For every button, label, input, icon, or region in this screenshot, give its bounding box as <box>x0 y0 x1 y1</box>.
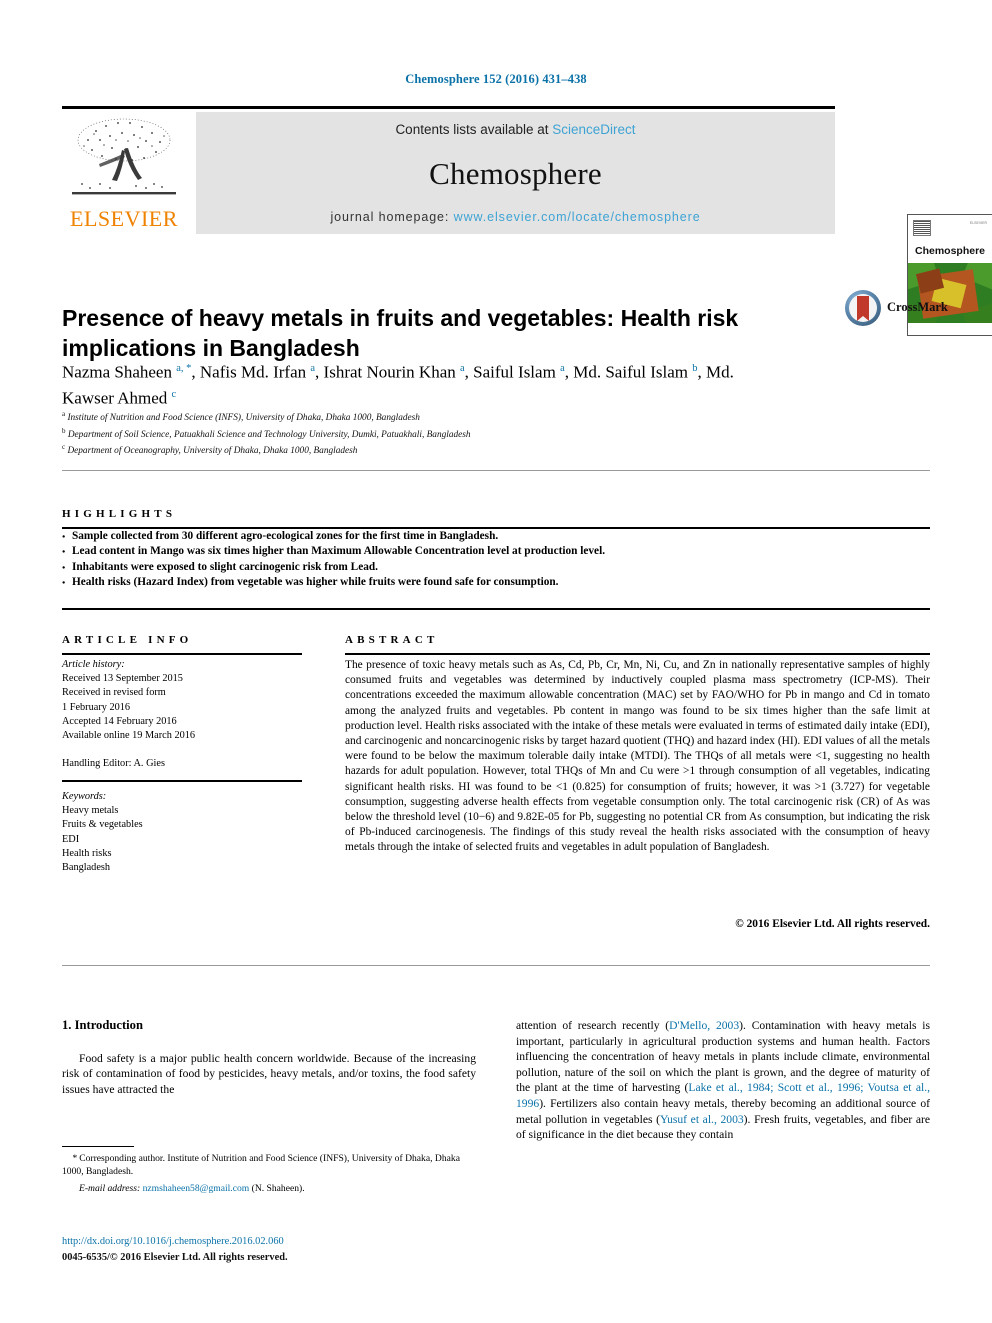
elsevier-wordmark: ELSEVIER <box>70 206 178 231</box>
keyword-item: EDI <box>62 833 80 845</box>
keyword-item: Heavy metals <box>62 805 119 817</box>
corresponding-author-note: * Corresponding author. Institute of Nut… <box>62 1153 460 1177</box>
list-item: Inhabitants were exposed to slight carci… <box>62 560 930 576</box>
info-abstract-top-rule <box>62 608 930 610</box>
article-history-item: 1 February 2016 <box>62 701 131 713</box>
abstract-text: The presence of toxic heavy metals such … <box>345 659 930 854</box>
article-history-item: Accepted 14 February 2016 <box>62 715 177 727</box>
article-info-block: Article history: Received 13 September 2… <box>62 658 302 771</box>
section-title-introduction: 1. Introduction <box>62 1018 143 1032</box>
cover-mini-logo-icon <box>913 220 931 236</box>
author-list: Nazma Shaheen a, *, Nafis Md. Irfan a, I… <box>62 362 734 408</box>
abstract-copyright: © 2016 Elsevier Ltd. All rights reserved… <box>735 918 930 930</box>
highlight-text: Lead content in Mango was six times high… <box>72 545 606 558</box>
issn-copyright: 0045-6535/© 2016 Elsevier Ltd. All right… <box>62 1252 288 1263</box>
doi-link[interactable]: http://dx.doi.org/10.1016/j.chemosphere.… <box>62 1236 284 1247</box>
email-note: E-mail address: nzmshaheen58@gmail.com (… <box>62 1182 476 1195</box>
affiliations: a Institute of Nutrition and Food Scienc… <box>62 408 822 458</box>
crossmark-label: CrossMark <box>887 300 948 314</box>
article-page: Chemosphere 152 (2016) 431–438 ELSEVIER … <box>0 0 992 1323</box>
abstract-bottom-rule <box>62 965 930 966</box>
keywords-rule <box>62 780 302 782</box>
keyword-item: Fruits & vegetables <box>62 819 143 831</box>
article-history-label: Article history: <box>62 659 125 670</box>
page-title: Presence of heavy metals in fruits and v… <box>62 305 739 362</box>
article-history-item: Available online 19 March 2016 <box>62 730 196 742</box>
email-label: E-mail address: <box>79 1183 141 1194</box>
crossmark-badge[interactable]: CrossMark <box>845 288 955 332</box>
affiliation-text: Department of Soil Science, Patuakhali S… <box>67 429 471 440</box>
article-info-heading: ARTICLE INFO <box>62 634 193 646</box>
abstract-heading: ABSTRACT <box>345 634 439 646</box>
homepage-url-link[interactable]: www.elsevier.com/locate/chemosphere <box>454 210 701 224</box>
highlight-text: Health risks (Hazard Index) from vegetab… <box>72 575 559 588</box>
article-history-item: Received in revised form <box>62 687 166 699</box>
list-item: Lead content in Mango was six times high… <box>62 544 930 560</box>
highlights-top-rule <box>62 470 930 471</box>
contents-line: Contents lists available at ScienceDirec… <box>196 122 835 137</box>
affiliation-text: Institute of Nutrition and Food Science … <box>67 413 420 424</box>
abstract-rule <box>345 653 930 655</box>
body-column-right: attention of research recently (D'Mello,… <box>516 1018 930 1143</box>
highlights-heading: HIGHLIGHTS <box>62 508 177 520</box>
intro-paragraph-right: attention of research recently (D'Mello,… <box>516 1019 930 1142</box>
list-item: Health risks (Hazard Index) from vegetab… <box>62 575 930 591</box>
affiliation-item: b Department of Soil Science, Patuakhali… <box>62 425 822 442</box>
affiliation-item: c Department of Oceanography, University… <box>62 441 822 458</box>
elsevier-tree-icon <box>72 118 176 195</box>
email-suffix: (N. Shaheen). <box>251 1183 305 1194</box>
email-link[interactable]: nzmshaheen58@gmail.com <box>143 1183 250 1194</box>
cover-corner-label: ELSEVIER <box>969 221 987 225</box>
keyword-item: Health risks <box>62 847 112 859</box>
masthead-top-rule <box>62 106 835 109</box>
running-head: Chemosphere 152 (2016) 431–438 <box>405 72 587 86</box>
handling-editor: Handling Editor: A. Gies <box>62 758 165 770</box>
keywords-label: Keywords: <box>62 791 107 802</box>
crossmark-icon <box>845 290 881 326</box>
article-history-item: Received 13 September 2015 <box>62 673 183 685</box>
sciencedirect-link[interactable]: ScienceDirect <box>552 122 635 137</box>
affiliation-text: Department of Oceanography, University o… <box>67 446 358 457</box>
journal-masthead: ELSEVIER Contents lists available at Sci… <box>62 106 992 336</box>
footnote-block: * Corresponding author. Institute of Nut… <box>62 1152 476 1195</box>
journal-homepage-line: journal homepage: www.elsevier.com/locat… <box>196 210 835 224</box>
body-column-left: 1. Introduction Food safety is a major p… <box>62 1018 476 1097</box>
keyword-item: Bangladesh <box>62 862 111 874</box>
sciencedirect-banner: Contents lists available at ScienceDirec… <box>196 112 835 234</box>
article-info-rule <box>62 653 302 655</box>
affiliation-item: a Institute of Nutrition and Food Scienc… <box>62 408 822 425</box>
footnote-separator <box>62 1146 134 1147</box>
intro-paragraph-left: Food safety is a major public health con… <box>62 1051 476 1096</box>
keywords-block: Keywords: Heavy metals Fruits & vegetabl… <box>62 790 302 875</box>
crossmark-ribbon-icon <box>857 296 869 321</box>
affiliation-label: a <box>62 410 66 418</box>
affiliation-label: c <box>62 443 66 452</box>
homepage-label: journal homepage: <box>330 210 454 224</box>
highlight-text: Inhabitants were exposed to slight carci… <box>72 560 378 573</box>
cover-journal-title: Chemosphere <box>914 245 986 257</box>
list-item: Sample collected from 30 different agro-… <box>62 529 930 545</box>
elsevier-logo: ELSEVIER <box>62 114 186 234</box>
highlights-list: Sample collected from 30 different agro-… <box>62 529 930 591</box>
affiliation-label: b <box>62 426 66 435</box>
contents-prefix: Contents lists available at <box>395 122 553 137</box>
highlight-text: Sample collected from 30 different agro-… <box>72 530 499 542</box>
journal-name: Chemosphere <box>429 156 602 191</box>
